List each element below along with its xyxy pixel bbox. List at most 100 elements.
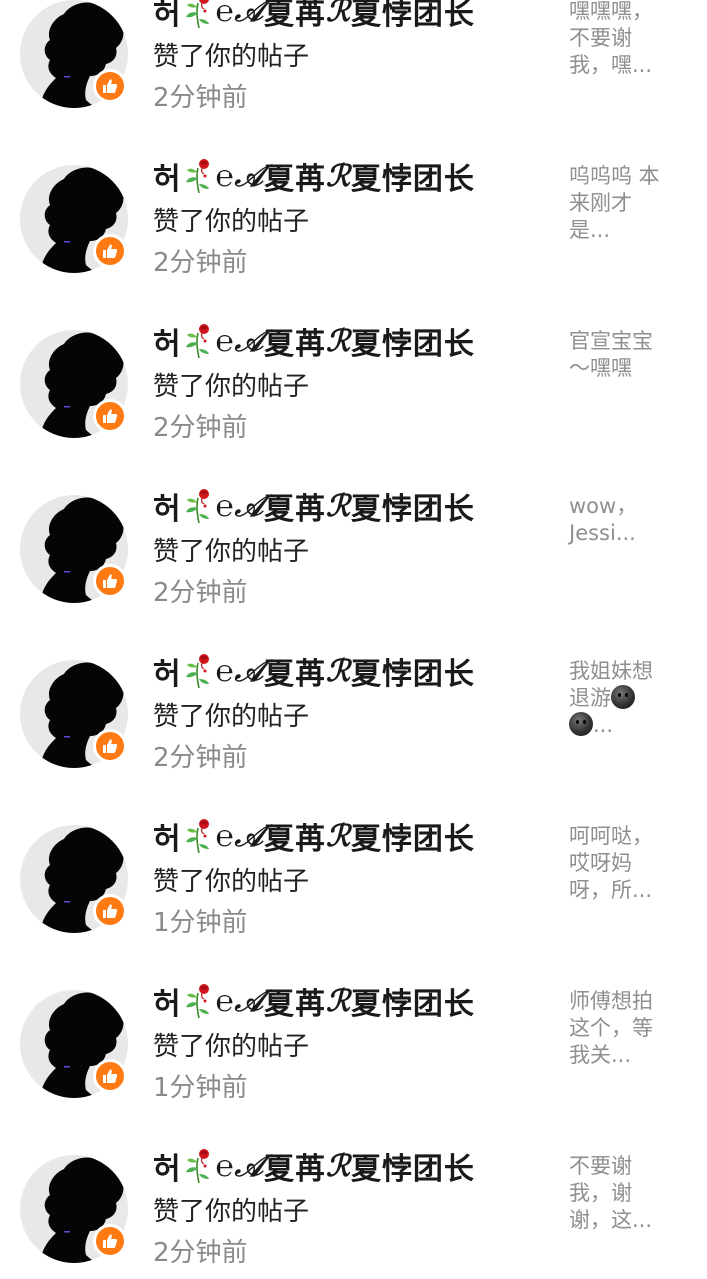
name-suffix: 夏悖团长 (350, 987, 475, 1022)
user-name[interactable]: 허 ℮𝒜 夏苒 ℛ 夏悖团长 (153, 982, 475, 1023)
post-preview[interactable]: 我姐妹想退游... (569, 658, 681, 739)
thumbs-up-icon (103, 1069, 118, 1083)
like-badge (93, 69, 127, 103)
wilted-rose-icon (185, 324, 209, 359)
post-preview[interactable]: 呵呵哒， 哎呀妈 呀，所... (569, 823, 681, 904)
user-name[interactable]: 허 ℮𝒜 夏苒 ℛ 夏悖团长 (153, 157, 475, 198)
name-prefix: 허 (153, 822, 182, 857)
preview-line: 嘿嘿嘿， (569, 0, 653, 23)
timestamp: 2分钟前 (153, 248, 248, 278)
preview-line: 我姐妹想 (569, 659, 653, 683)
name-script: ℮𝒜 (215, 0, 264, 29)
timestamp: 2分钟前 (153, 83, 248, 113)
user-name[interactable]: 허 ℮𝒜 夏苒 ℛ 夏悖团长 (153, 1147, 475, 1188)
post-preview[interactable]: 不要谢 我，谢 谢，这... (569, 1153, 681, 1234)
preview-line: 这个，等 (569, 1016, 653, 1040)
post-preview[interactable]: 嘿嘿嘿， 不要谢我，嘿... (569, 0, 681, 79)
user-name[interactable]: 허 ℮𝒜 夏苒 ℛ 夏悖团长 (153, 652, 475, 693)
name-script-2: ℛ (326, 158, 351, 194)
preview-line-text: ... (593, 713, 614, 737)
user-name[interactable]: 허 ℮𝒜 夏苒 ℛ 夏悖团长 (153, 487, 475, 528)
user-name[interactable]: 허 ℮𝒜 夏苒 ℛ 夏悖团长 (153, 322, 475, 363)
action-text: 赞了你的帖子 (153, 42, 310, 72)
preview-line: 退游 (569, 685, 681, 712)
timestamp: 2分钟前 (153, 743, 248, 773)
name-mid: 夏苒 (264, 822, 326, 857)
name-mid: 夏苒 (264, 162, 326, 197)
preview-line: 呀，所... (569, 878, 653, 902)
preview-line: 师傅想拍 (569, 989, 653, 1013)
wilted-rose-icon (185, 984, 209, 1019)
wilted-rose-icon (185, 0, 209, 29)
thumbs-up-icon (103, 739, 118, 753)
name-script: ℮𝒜 (215, 488, 264, 524)
user-name[interactable]: 허 ℮𝒜 夏苒 ℛ 夏悖团长 (153, 817, 475, 858)
name-mid: 夏苒 (264, 327, 326, 362)
name-script-2: ℛ (326, 818, 351, 854)
name-suffix: 夏悖团长 (350, 822, 475, 857)
name-script-2: ℛ (326, 653, 351, 689)
timestamp: 2分钟前 (153, 1238, 248, 1268)
name-prefix: 허 (153, 1152, 182, 1187)
preview-line: ... (569, 712, 681, 739)
preview-line-text: 退游 (569, 686, 611, 710)
action-text: 赞了你的帖子 (153, 1197, 310, 1227)
notification-row[interactable]: 허 ℮𝒜 夏苒 ℛ 夏悖团长 赞了你的帖子 2分钟前 呜呜呜 本来刚才 是... (0, 159, 707, 330)
name-suffix: 夏悖团长 (350, 492, 475, 527)
post-preview[interactable]: 官宣宝宝 ～嘿嘿 (569, 328, 681, 382)
preview-line: 官宣宝宝 (569, 329, 653, 353)
thumbs-up-icon (103, 244, 118, 258)
name-script-2: ℛ (326, 0, 351, 29)
like-badge (93, 894, 127, 928)
notification-row[interactable]: 허 ℮𝒜 夏苒 ℛ 夏悖团长 赞了你的帖子 2分钟前 我姐妹想退游... (0, 654, 707, 825)
like-badge (93, 729, 127, 763)
dark-smile-emoji-icon (569, 712, 593, 736)
thumbs-up-icon (103, 409, 118, 423)
notification-row[interactable]: 허 ℮𝒜 夏苒 ℛ 夏悖团长 赞了你的帖子 2分钟前 嘿嘿嘿， 不要谢我，嘿... (0, 0, 707, 165)
thumbs-up-icon (103, 79, 118, 93)
name-suffix: 夏悖团长 (350, 0, 475, 32)
user-name[interactable]: 허 ℮𝒜 夏苒 ℛ 夏悖团长 (153, 0, 475, 32)
notification-list: 허 ℮𝒜 夏苒 ℛ 夏悖团长 赞了你的帖子 2分钟前 嘿嘿嘿， 不要谢 我，嘿... (0, 0, 707, 1279)
preview-line: 是... (569, 218, 611, 242)
action-text: 赞了你的帖子 (153, 702, 310, 732)
preview-line: 不要谢 (569, 26, 632, 50)
notification-row[interactable]: 허 ℮𝒜 夏苒 ℛ 夏悖团长 赞了你的帖子 1分钟前 师傅想拍 这个，等 我关... (0, 984, 707, 1155)
notification-row[interactable]: 허 ℮𝒜 夏苒 ℛ 夏悖团长 赞了你的帖子 2分钟前 不要谢 我，谢 谢，这... (0, 1149, 707, 1279)
preview-line: 呜呜呜 本 (569, 164, 660, 188)
post-preview[interactable]: wow， Jessi... (569, 493, 681, 547)
wilted-rose-icon (185, 489, 209, 524)
name-script-2: ℛ (326, 323, 351, 359)
name-script: ℮𝒜 (215, 653, 264, 689)
post-preview[interactable]: 呜呜呜 本来刚才 是... (569, 163, 681, 244)
timestamp: 1分钟前 (153, 1073, 248, 1103)
notification-row[interactable]: 허 ℮𝒜 夏苒 ℛ 夏悖团长 赞了你的帖子 2分钟前 官宣宝宝 ～嘿嘿 (0, 324, 707, 495)
action-text: 赞了你的帖子 (153, 867, 310, 897)
action-text: 赞了你的帖子 (153, 537, 310, 567)
name-prefix: 허 (153, 987, 182, 1022)
notification-row[interactable]: 허 ℮𝒜 夏苒 ℛ 夏悖团长 赞了你的帖子 2分钟前 wow， Jessi... (0, 489, 707, 660)
thumbs-up-icon (103, 574, 118, 588)
preview-line: 我，嘿... (569, 53, 653, 77)
dark-smile-emoji-icon (611, 685, 635, 709)
post-preview[interactable]: 师傅想拍 这个，等 我关... (569, 988, 681, 1069)
name-prefix: 허 (153, 492, 182, 527)
name-suffix: 夏悖团长 (350, 657, 475, 692)
name-suffix: 夏悖团长 (350, 1152, 475, 1187)
action-text: 赞了你的帖子 (153, 1032, 310, 1062)
timestamp: 1分钟前 (153, 908, 248, 938)
like-badge (93, 564, 127, 598)
action-text: 赞了你的帖子 (153, 207, 310, 237)
preview-line: 哎呀妈 (569, 851, 632, 875)
like-badge (93, 399, 127, 433)
wilted-rose-icon (185, 159, 209, 194)
preview-line: 不要谢 (569, 1154, 632, 1178)
preview-line: wow， (569, 494, 638, 518)
name-mid: 夏苒 (264, 1152, 326, 1187)
name-script-2: ℛ (326, 488, 351, 524)
name-prefix: 허 (153, 0, 182, 32)
notification-row[interactable]: 허 ℮𝒜 夏苒 ℛ 夏悖团长 赞了你的帖子 1分钟前 呵呵哒， 哎呀妈 呀，所... (0, 819, 707, 990)
like-badge (93, 1059, 127, 1093)
like-badge (93, 234, 127, 268)
name-script: ℮𝒜 (215, 983, 264, 1019)
